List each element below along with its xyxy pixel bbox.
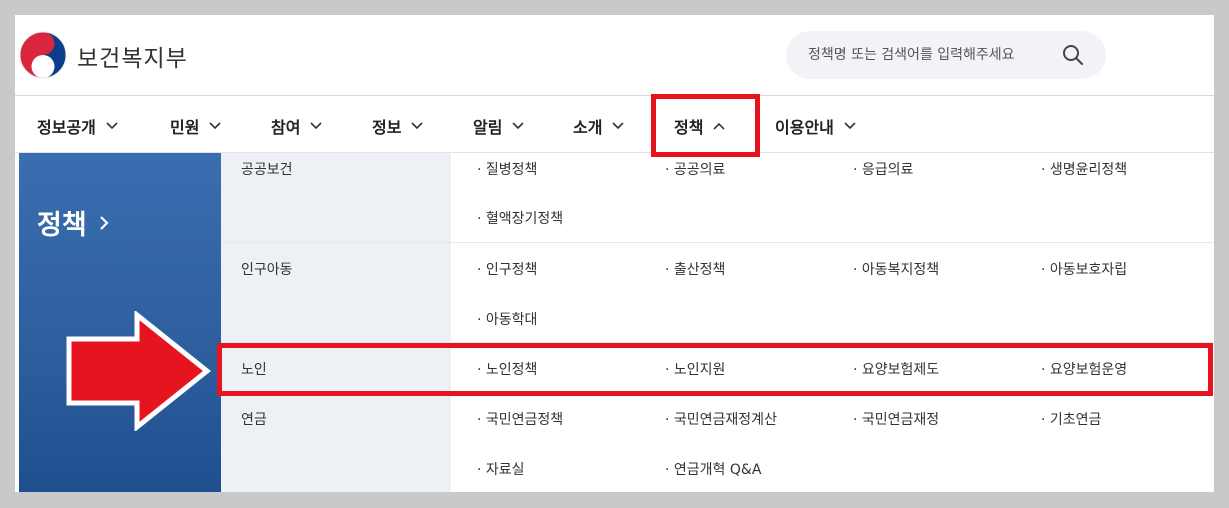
category-pension[interactable]: 연금 xyxy=(241,409,267,429)
submenu-label: 자료실 xyxy=(485,462,525,478)
red-arrow-icon xyxy=(66,311,211,431)
chevron-down-icon xyxy=(844,122,856,130)
chevron-down-icon xyxy=(209,122,222,130)
nav-item-user-guide[interactable]: 이용안내 xyxy=(775,115,856,137)
chevron-right-icon xyxy=(99,215,109,230)
search-bar xyxy=(786,31,1106,79)
submenu-label: 국민연금재정계산 xyxy=(673,412,777,428)
submenu-label: 공공의료 xyxy=(673,162,726,178)
category-column: 공공보건 인구아동 노인 연금 xyxy=(221,153,451,492)
submenu-label: 아동보호자립 xyxy=(1049,262,1128,278)
nav-label: 알림 xyxy=(473,118,503,137)
submenu-label: 인구정책 xyxy=(485,262,538,278)
submenu-item[interactable]: · 자료실 xyxy=(477,459,525,479)
chevron-down-icon xyxy=(106,122,118,130)
taegeuk-logo-icon[interactable] xyxy=(19,31,67,79)
submenu-item[interactable]: · 기초연금 xyxy=(1041,409,1101,429)
submenu-area: · 질병정책 · 공공의료 · 응급의료 · 생명윤리정책 · 혈액장기정책 ·… xyxy=(451,153,1214,492)
chevron-down-icon xyxy=(512,122,525,130)
submenu-item[interactable]: · 출산정책 xyxy=(665,259,725,279)
menu-title: 정책 xyxy=(37,210,87,241)
submenu-label: 출산정책 xyxy=(673,262,726,278)
row-divider xyxy=(221,242,1214,243)
nav-label: 정보공개 xyxy=(37,118,96,137)
submenu-label: 기초연금 xyxy=(1049,412,1102,428)
submenu-label: 생명윤리정책 xyxy=(1049,162,1128,178)
submenu-item[interactable]: · 연금개혁 Q&A xyxy=(665,459,761,479)
nav-label: 이용안내 xyxy=(775,118,834,137)
submenu-item[interactable]: · 생명윤리정책 xyxy=(1041,159,1127,179)
submenu-item[interactable]: · 아동보호자립 xyxy=(1041,259,1127,279)
search-input[interactable] xyxy=(808,31,1048,79)
submenu-item[interactable]: · 국민연금재정 xyxy=(853,409,939,429)
nav-label: 소개 xyxy=(573,118,603,137)
nav-item-news[interactable]: 알림 xyxy=(473,115,525,137)
chevron-down-icon xyxy=(411,122,424,130)
submenu-label: 혈액장기정책 xyxy=(485,211,564,227)
highlight-box-elderly-row xyxy=(217,343,1213,396)
nav-item-participation[interactable]: 참여 xyxy=(271,115,323,137)
nav-item-about[interactable]: 소개 xyxy=(573,115,625,137)
category-population-children[interactable]: 인구아동 xyxy=(241,259,293,279)
nav-item-information[interactable]: 정보 xyxy=(372,115,424,137)
submenu-item[interactable]: · 아동학대 xyxy=(477,309,537,329)
submenu-label: 아동학대 xyxy=(485,312,538,328)
submenu-item[interactable]: · 인구정책 xyxy=(477,259,537,279)
submenu-label: 아동복지정책 xyxy=(861,262,940,278)
chevron-down-icon xyxy=(612,122,625,130)
submenu-item[interactable]: · 응급의료 xyxy=(853,159,913,179)
nav-item-civil-complaint[interactable]: 민원 xyxy=(170,115,222,137)
submenu-item[interactable]: · 질병정책 xyxy=(477,159,537,179)
submenu-label: 질병정책 xyxy=(485,162,538,178)
submenu-item[interactable]: · 혈액장기정책 xyxy=(477,208,563,228)
submenu-item[interactable]: · 국민연금재정계산 xyxy=(665,409,777,429)
submenu-label: 연금개혁 Q&A xyxy=(673,462,762,478)
nav-label: 민원 xyxy=(170,118,200,137)
nav-label: 정보 xyxy=(372,118,402,137)
category-public-health[interactable]: 공공보건 xyxy=(241,159,293,179)
chevron-down-icon xyxy=(310,122,323,130)
header-divider xyxy=(15,95,1214,96)
submenu-label: 국민연금정책 xyxy=(485,412,564,428)
menu-title-link[interactable]: 정책 xyxy=(37,203,109,242)
nav-label: 참여 xyxy=(271,118,301,137)
submenu-item[interactable]: · 아동복지정책 xyxy=(853,259,939,279)
highlight-box-policy-tab xyxy=(651,94,760,157)
nav-item-info-disclosure[interactable]: 정보공개 xyxy=(37,115,118,137)
browser-viewport: 보건복지부 정보공개 민원 참여 정보 알림 소개 정책 이용안내 xyxy=(15,15,1214,492)
submenu-item[interactable]: · 공공의료 xyxy=(665,159,725,179)
search-icon[interactable] xyxy=(1062,44,1084,66)
site-name[interactable]: 보건복지부 xyxy=(77,39,188,73)
submenu-label: 국민연금재정 xyxy=(861,412,940,428)
submenu-label: 응급의료 xyxy=(861,162,914,178)
submenu-item[interactable]: · 국민연금정책 xyxy=(477,409,563,429)
